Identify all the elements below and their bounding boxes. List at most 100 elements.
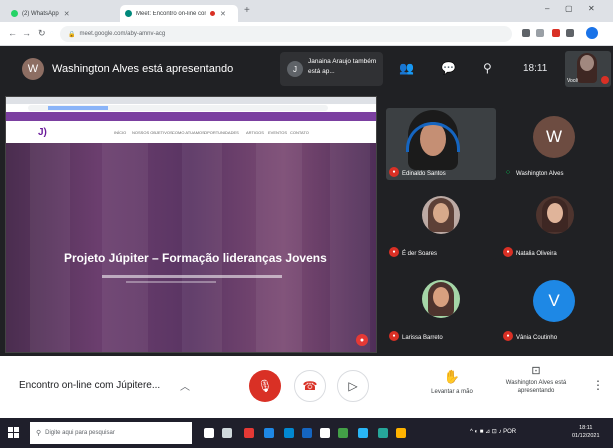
- shared-hero-banner: Projeto Júpiter – Formação lideranças Jo…: [6, 143, 376, 352]
- chrome-icon[interactable]: [338, 428, 348, 438]
- camera-toggle-button[interactable]: ▷: [337, 370, 369, 402]
- start-square: [14, 433, 19, 438]
- participant-avatar: [422, 280, 460, 318]
- start-square: [14, 427, 19, 432]
- taskbar-clock[interactable]: 18:11 01/12/2021: [572, 424, 600, 440]
- hero-face: [182, 143, 222, 352]
- hang-up-icon: ☎: [302, 379, 318, 393]
- chevron-up-icon[interactable]: ︿: [180, 378, 190, 393]
- participant-avatar: W: [533, 116, 575, 158]
- close-tab-icon[interactable]: ✕: [64, 10, 70, 18]
- chat-icon[interactable]: 💬: [441, 61, 456, 75]
- shared-url-highlight: [48, 106, 108, 110]
- hero-face: [256, 143, 302, 352]
- tab-label: (2) WhatsApp: [22, 10, 59, 17]
- whatsapp-icon: [11, 10, 18, 17]
- app-icon[interactable]: [378, 428, 388, 438]
- close-window-button[interactable]: ✕: [588, 4, 595, 13]
- mic-off-icon: [601, 76, 609, 84]
- close-tab-icon[interactable]: ✕: [220, 10, 226, 18]
- activities-icon[interactable]: ⚲: [483, 61, 492, 75]
- hero-title: Projeto Júpiter – Formação lideranças Jo…: [64, 251, 327, 265]
- presenting-button[interactable]: ⊡ Washington Alves está apresentando: [495, 364, 577, 395]
- recording-indicator-icon: [210, 11, 215, 16]
- mic-off-icon: 🎙: [257, 379, 273, 393]
- forward-arrow-icon[interactable]: →: [22, 28, 31, 38]
- star-icon[interactable]: [536, 29, 544, 37]
- people-icon[interactable]: 👥: [399, 61, 414, 75]
- taskbar-search-input[interactable]: ⚲ Digite aqui para pesquisar: [30, 422, 192, 444]
- site-logo-icon: J): [38, 127, 47, 138]
- raise-hand-button[interactable]: ✋ Levantar a mão: [420, 368, 484, 395]
- search-icon: ⚲: [36, 430, 42, 437]
- app-icon[interactable]: [284, 428, 294, 438]
- participant-tile[interactable]: W ⁘ Washington Alves: [500, 108, 610, 180]
- profile-avatar[interactable]: [586, 27, 598, 39]
- shared-site-menu: J) INÍCIO NOSSOS OBJETIVOS COMO ATUAMOS …: [6, 121, 376, 143]
- windows-start-icon[interactable]: [8, 427, 20, 439]
- url-input[interactable]: 🔒 meet.google.com/aby-amnv-acg: [60, 26, 512, 42]
- hand-icon: ✋: [443, 369, 461, 384]
- more-options-icon[interactable]: ⋮: [592, 378, 604, 392]
- participant-avatar: [422, 196, 460, 234]
- presenter-status: Washington Alves está apresentando: [52, 63, 234, 75]
- store-icon[interactable]: [320, 428, 330, 438]
- back-arrow-icon[interactable]: ←: [8, 28, 17, 38]
- speaking-icon: ⁘: [504, 167, 512, 177]
- minimize-button[interactable]: –: [545, 4, 549, 13]
- raise-hand-label: Levantar a mão: [431, 389, 473, 395]
- tab-whatsapp[interactable]: (2) WhatsApp ✕: [6, 5, 114, 22]
- screen: (2) WhatsApp ✕ Meet: Encontro on-line co…: [0, 0, 613, 448]
- taskbar-time: 18:11: [579, 425, 593, 431]
- site-nav-item: CONTATO: [290, 130, 309, 135]
- participant-tile[interactable]: V ● Vânia Coutinho: [500, 272, 610, 344]
- mail-icon[interactable]: [302, 428, 312, 438]
- cortana-icon[interactable]: [204, 428, 214, 438]
- shared-address-bar: [6, 104, 376, 112]
- reload-icon[interactable]: ↻: [38, 28, 46, 39]
- participant-tile[interactable]: ● É der Soares: [386, 188, 496, 260]
- start-square: [8, 433, 13, 438]
- chat-bubble-icon[interactable]: ●: [356, 334, 368, 346]
- participant-name: Larissa Barreto: [402, 335, 443, 341]
- participant-avatar: V: [533, 280, 575, 322]
- task-view-icon[interactable]: [222, 428, 232, 438]
- extension-icon[interactable]: [522, 29, 530, 37]
- clock: 18:11: [523, 63, 548, 74]
- hero-face: [30, 143, 70, 352]
- avatar-face: [547, 203, 563, 223]
- hero-face: [102, 143, 148, 352]
- leave-call-button[interactable]: ☎: [294, 370, 326, 402]
- self-label: Você: [567, 78, 579, 84]
- extension-icon[interactable]: [566, 29, 574, 37]
- participant-tile[interactable]: ● Natalia Oliveira: [500, 188, 610, 260]
- system-tray[interactable]: ^ ◐ ■ ⊿ ⊡ ♪ POR: [470, 428, 516, 435]
- url-text: meet.google.com/aby-amnv-acg: [79, 31, 166, 37]
- meet-area: W Washington Alves está apresentando J J…: [0, 46, 613, 356]
- meeting-title[interactable]: Encontro on-line com Júpitere...: [19, 380, 160, 391]
- taskbar-date: 01/12/2021: [572, 433, 600, 439]
- participant-name: Natalia Oliveira: [516, 251, 557, 257]
- also-presenting-chip[interactable]: J Janaina Araujo também está ap...: [280, 52, 383, 86]
- app-icon[interactable]: [358, 428, 368, 438]
- mic-off-icon: ●: [389, 167, 399, 177]
- tab-label: Meet: Encontro on-line com: [136, 10, 206, 17]
- extension-icon[interactable]: [552, 29, 560, 37]
- hero-subtitle-line: [126, 281, 216, 283]
- edge-icon[interactable]: [264, 428, 274, 438]
- meet-bottom-bar: Encontro on-line com Júpitere... ︿ 🎙 ☎ ▷…: [0, 356, 613, 418]
- tab-meet[interactable]: Meet: Encontro on-line com ✕: [120, 5, 238, 22]
- new-tab-button[interactable]: +: [244, 5, 250, 16]
- site-nav-item: COMO ATUAMOS: [172, 130, 205, 135]
- mic-off-icon: ●: [503, 331, 513, 341]
- camera-icon: ▷: [348, 379, 358, 393]
- shared-top-strip: [6, 112, 376, 121]
- participant-tile[interactable]: ● Edinaldo Santos: [386, 108, 496, 180]
- mic-toggle-button[interactable]: 🎙: [249, 370, 281, 402]
- participant-tile[interactable]: ● Larissa Barreto: [386, 272, 496, 344]
- file-explorer-icon[interactable]: [396, 428, 406, 438]
- participant-avatar: [536, 196, 574, 234]
- app-icon[interactable]: [244, 428, 254, 438]
- maximize-button[interactable]: ▢: [565, 4, 573, 13]
- participant-name: Vânia Coutinho: [516, 335, 558, 341]
